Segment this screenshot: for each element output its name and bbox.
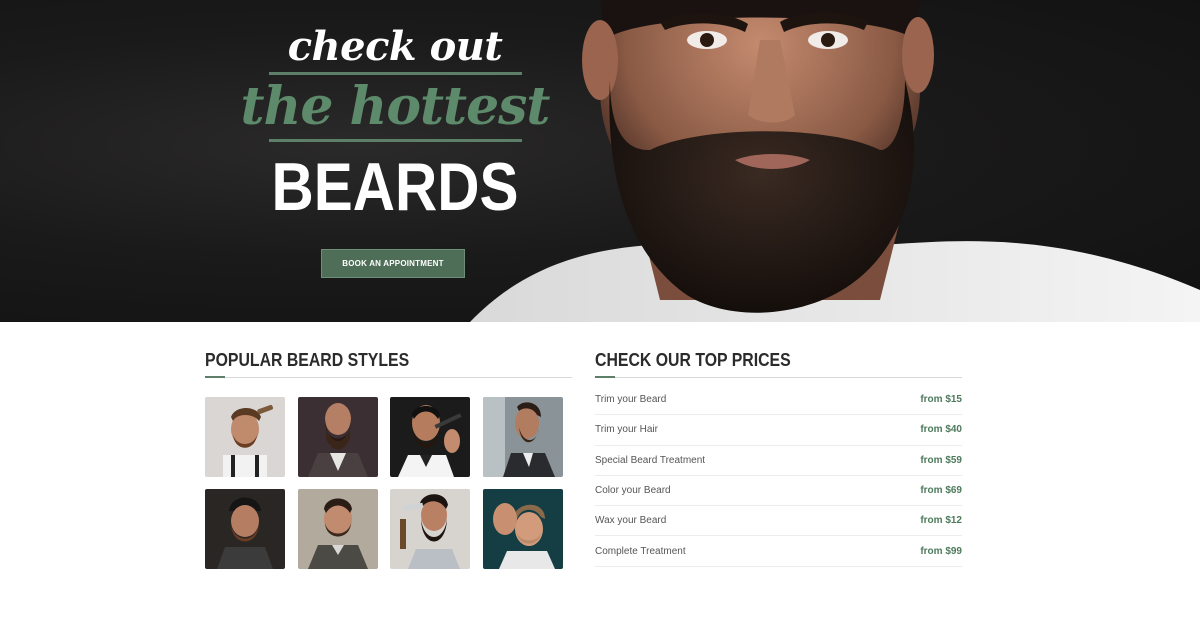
hero-headline: check out the hottest BEARDS [230, 22, 560, 228]
price-row: Special Beard Treatment from $59 [595, 446, 962, 476]
price-row: Wax your Beard from $12 [595, 506, 962, 537]
hero-banner: check out the hottest BEARDS BOOK AN APP… [0, 0, 1200, 322]
hero-headline-line1: check out [287, 23, 503, 70]
bearded-man-profile-photo[interactable] [482, 397, 563, 477]
price-row: Trim your Hair from $40 [595, 415, 962, 446]
popular-styles-divider [205, 377, 572, 378]
service-price: from $69 [920, 485, 962, 497]
price-row: Color your Beard from $69 [595, 476, 962, 507]
man-hair-styling-photo[interactable] [482, 489, 563, 569]
top-prices-title: CHECK OUR TOP PRICES [595, 350, 791, 370]
price-row: Trim your Beard from $15 [595, 385, 962, 416]
service-price: from $59 [920, 454, 962, 466]
hero-headline-line3: BEARDS [271, 149, 519, 225]
man-beanie-photo[interactable] [205, 489, 285, 569]
man-straight-razor-photo[interactable] [390, 489, 470, 569]
bearded-man-vest-photo[interactable] [297, 397, 378, 477]
beard-trimming-photo[interactable] [390, 397, 470, 477]
service-name: Wax your Beard [595, 515, 667, 527]
hero-headline-line2: the hottest [240, 76, 551, 137]
service-name: Special Beard Treatment [595, 454, 706, 466]
service-name: Color your Beard [595, 485, 671, 497]
popular-styles-title: POPULAR BEARD STYLES [205, 350, 410, 370]
hero-divider-bottom [268, 139, 522, 142]
service-name: Trim your Beard [595, 394, 667, 406]
service-name: Trim your Hair [595, 424, 658, 436]
top-prices-accent [595, 376, 615, 378]
service-price: from $15 [920, 394, 962, 406]
service-price: from $40 [920, 424, 962, 436]
man-short-beard-photo[interactable] [297, 489, 378, 569]
popular-styles-accent [205, 376, 225, 378]
top-prices-divider [595, 377, 962, 378]
service-name: Complete Treatment [595, 545, 686, 557]
book-appointment-button[interactable]: BOOK AN APPOINTMENT [321, 249, 465, 278]
service-price: from $12 [920, 515, 962, 527]
price-row: Complete Treatment from $99 [595, 536, 962, 567]
bearded-man-hero-photo [470, 0, 1200, 322]
beard-styles-gallery [205, 397, 565, 569]
price-list: Trim your Beard from $15 Trim your Hair … [595, 385, 962, 567]
service-price: from $99 [920, 545, 962, 557]
man-combing-hair-photo[interactable] [205, 397, 285, 477]
